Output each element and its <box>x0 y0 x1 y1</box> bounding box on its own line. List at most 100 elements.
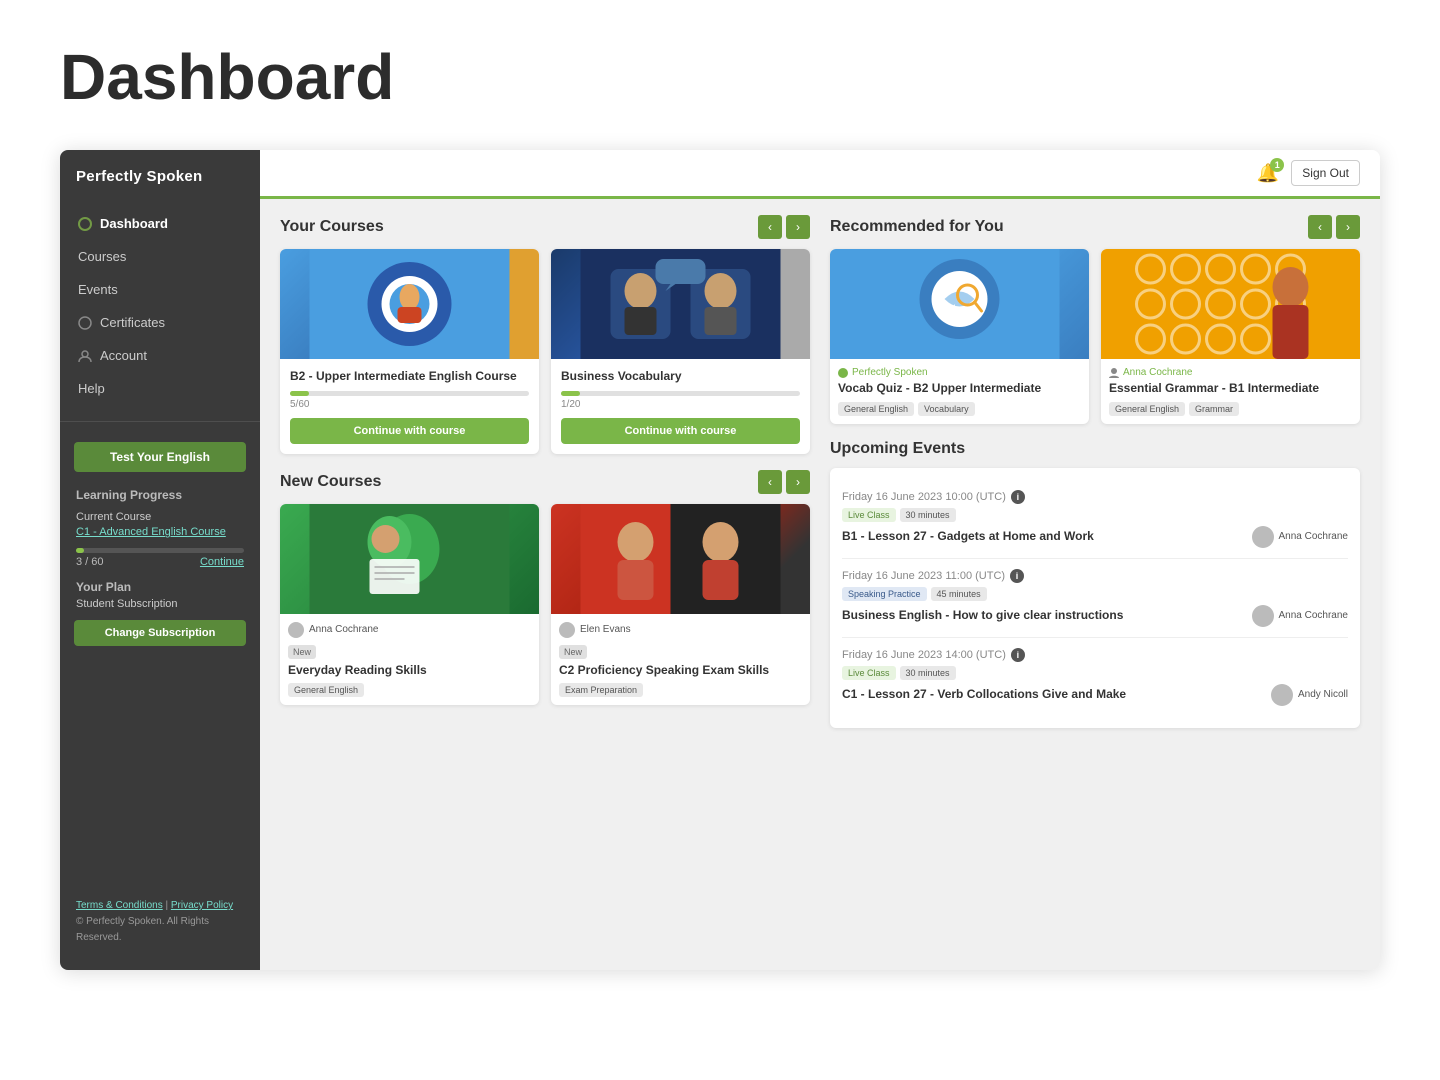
upcoming-events-title: Upcoming Events <box>830 440 965 458</box>
sidebar-item-events[interactable]: Events <box>60 273 260 306</box>
upcoming-events-section: Upcoming Events Friday 16 June 2023 10:0… <box>830 440 1360 728</box>
author-icon-anna <box>288 622 304 638</box>
rec-card-grammar-tags: General English Grammar <box>1109 402 1352 416</box>
event-1-date: Friday 16 June 2023 10:00 (UTC) i <box>842 490 1348 504</box>
notification-icon[interactable]: 🔔 1 <box>1257 163 1279 184</box>
course-card-bv-button[interactable]: Continue with course <box>561 418 800 444</box>
sign-out-button[interactable]: Sign Out <box>1291 160 1360 186</box>
sidebar-item-certificates[interactable]: Certificates <box>60 306 260 339</box>
sidebar-item-dashboard-label: Dashboard <box>100 216 168 231</box>
rec-tag-general: General English <box>838 402 914 416</box>
terms-link[interactable]: Terms & Conditions <box>76 900 163 911</box>
rec-card-grammar-body: Anna Cochrane Essential Grammar - B1 Int… <box>1101 359 1360 424</box>
rec-card-vocab-image <box>830 249 1089 359</box>
event-item-2: Friday 16 June 2023 11:00 (UTC) i Speaki… <box>842 559 1348 638</box>
new-card-reading-author: Anna Cochrane <box>288 622 531 638</box>
teacher-3-avatar <box>1271 684 1293 706</box>
your-plan-label: Your Plan <box>60 568 260 596</box>
course-card-b2: B2 - Upper Intermediate English Course 5… <box>280 249 539 454</box>
rec-card-vocab: Perfectly Spoken Vocab Quiz - B2 Upper I… <box>830 249 1089 424</box>
event-3-teacher: Andy Nicoll <box>1271 684 1348 706</box>
teacher-1-avatar <box>1252 526 1274 548</box>
new-card-reading-tag: General English <box>288 683 364 697</box>
teacher-2-avatar <box>1252 605 1274 627</box>
event-2-info[interactable]: i <box>1010 569 1024 583</box>
main-content: 🔔 1 Sign Out Your Courses ‹ › <box>260 150 1380 970</box>
course-card-b2-button[interactable]: Continue with course <box>290 418 529 444</box>
recommended-cards: Perfectly Spoken Vocab Quiz - B2 Upper I… <box>830 249 1360 424</box>
sidebar-nav: Dashboard Courses Events Certificates Ac… <box>60 199 260 413</box>
notification-badge: 1 <box>1270 158 1284 172</box>
rec-card-grammar-title: Essential Grammar - B1 Intermediate <box>1109 381 1352 397</box>
certificate-icon <box>78 316 92 330</box>
events-list: Friday 16 June 2023 10:00 (UTC) i Live C… <box>830 468 1360 728</box>
event-item-1: Friday 16 June 2023 10:00 (UTC) i Live C… <box>842 480 1348 559</box>
privacy-link[interactable]: Privacy Policy <box>171 900 233 911</box>
event-2-tags: Speaking Practice 45 minutes <box>842 587 1348 601</box>
event-1-info[interactable]: i <box>1011 490 1025 504</box>
new-courses-prev[interactable]: ‹ <box>758 470 782 494</box>
your-courses-header: Your Courses ‹ › <box>280 215 810 239</box>
app-container: Perfectly Spoken Dashboard Courses Event… <box>60 150 1380 970</box>
new-courses-section: New Courses ‹ › <box>280 470 810 706</box>
sidebar-item-courses[interactable]: Courses <box>60 240 260 273</box>
your-courses-prev[interactable]: ‹ <box>758 215 782 239</box>
event-3-tags: Live Class 30 minutes <box>842 666 1348 680</box>
recommended-header: Recommended for You ‹ › <box>830 215 1360 239</box>
change-subscription-button[interactable]: Change Subscription <box>74 620 246 646</box>
top-bar: 🔔 1 Sign Out <box>260 150 1380 199</box>
event-2-teacher: Anna Cochrane <box>1252 605 1349 627</box>
course-card-bv-progress-fill <box>561 391 580 396</box>
recommended-next[interactable]: › <box>1336 215 1360 239</box>
event-item-3: Friday 16 June 2023 14:00 (UTC) i Live C… <box>842 638 1348 716</box>
sidebar-item-help[interactable]: Help <box>60 372 260 405</box>
new-card-speaking-image <box>551 504 810 614</box>
your-courses-next[interactable]: › <box>786 215 810 239</box>
event-3-date: Friday 16 June 2023 14:00 (UTC) i <box>842 648 1348 662</box>
course-card-b2-progress-fill <box>290 391 309 396</box>
new-card-speaking-tag: Exam Preparation <box>559 683 643 697</box>
sidebar-item-events-label: Events <box>78 282 118 297</box>
learning-progress-bar <box>76 548 244 553</box>
person-icon <box>78 349 92 363</box>
rec-tag-grammar: Grammar <box>1189 402 1239 416</box>
rec-card-grammar: Anna Cochrane Essential Grammar - B1 Int… <box>1101 249 1360 424</box>
new-card-speaking-author: Elen Evans <box>559 622 802 638</box>
sidebar-item-dashboard[interactable]: Dashboard <box>60 207 260 240</box>
sidebar-footer: Terms & Conditions | Privacy Policy © Pe… <box>60 890 260 954</box>
sidebar-item-help-label: Help <box>78 381 105 396</box>
new-badge-reading: New <box>288 645 316 659</box>
new-card-reading-tags: General English <box>288 683 531 697</box>
event-1-title: B1 - Lesson 27 - Gadgets at Home and Wor… <box>842 529 1252 545</box>
sidebar-logo: Perfectly Spoken <box>60 150 260 199</box>
test-english-button[interactable]: Test Your English <box>74 442 246 472</box>
continue-link[interactable]: Continue <box>200 556 244 568</box>
course-card-bv-title: Business Vocabulary <box>561 369 800 385</box>
event-1-tag-live: Live Class <box>842 508 896 522</box>
rec-tag-vocabulary: Vocabulary <box>918 402 975 416</box>
circle-icon <box>78 217 92 231</box>
sidebar-item-account[interactable]: Account <box>60 339 260 372</box>
new-courses-title: New Courses <box>280 473 381 491</box>
sidebar-item-courses-label: Courses <box>78 249 126 264</box>
event-1-tags: Live Class 30 minutes <box>842 508 1348 522</box>
new-card-reading-image <box>280 504 539 614</box>
sidebar-item-account-label: Account <box>100 348 147 363</box>
recommended-prev[interactable]: ‹ <box>1308 215 1332 239</box>
sidebar: Perfectly Spoken Dashboard Courses Event… <box>60 150 260 970</box>
event-1-tag-duration: 30 minutes <box>900 508 956 522</box>
new-card-speaking: Elen Evans New C2 Proficiency Speaking E… <box>551 504 810 706</box>
new-card-speaking-body: Elen Evans New C2 Proficiency Speaking E… <box>551 614 810 706</box>
current-course-link[interactable]: C1 - Advanced English Course <box>76 526 226 538</box>
new-courses-cards: Anna Cochrane New Everyday Reading Skill… <box>280 504 810 706</box>
event-3-info[interactable]: i <box>1011 648 1025 662</box>
course-card-b2-progress-bar <box>290 391 529 396</box>
learning-progress-title: Learning Progress <box>60 478 260 506</box>
new-courses-header: New Courses ‹ › <box>280 470 810 494</box>
your-courses-title: Your Courses <box>280 218 384 236</box>
event-1-teacher: Anna Cochrane <box>1252 526 1349 548</box>
rec-card-vocab-tags: General English Vocabulary <box>838 402 1081 416</box>
new-card-reading-body: Anna Cochrane New Everyday Reading Skill… <box>280 614 539 706</box>
new-courses-next[interactable]: › <box>786 470 810 494</box>
new-courses-nav: ‹ › <box>758 470 810 494</box>
